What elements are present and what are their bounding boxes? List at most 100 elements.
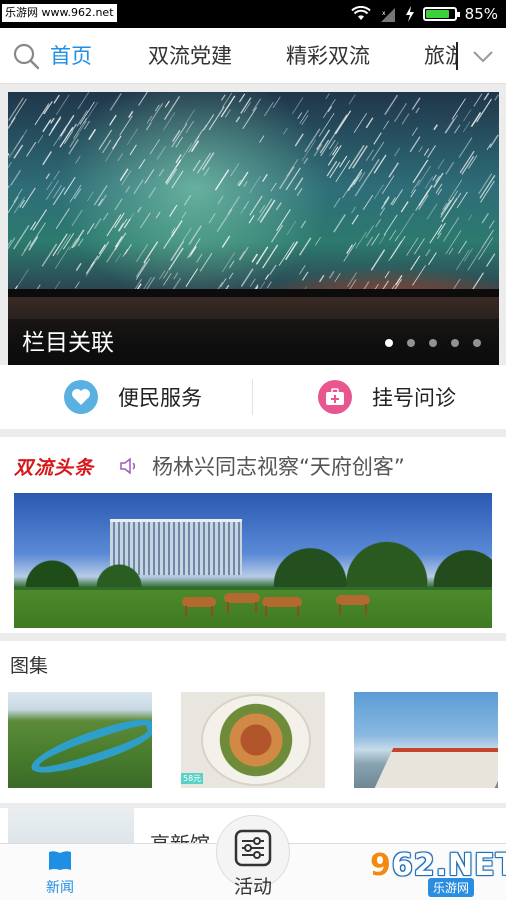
charging-icon	[405, 6, 414, 22]
star-trail	[220, 94, 226, 101]
star-trail	[373, 132, 382, 145]
headline-text[interactable]: 杨林兴同志视察“天府创客”	[152, 451, 405, 481]
tab-party-building[interactable]: 双流党建	[148, 28, 232, 84]
headline-card[interactable]: 双流头条 杨林兴同志视察“天府创客”	[0, 437, 506, 633]
star-trail	[75, 262, 82, 272]
carousel-dot[interactable]	[451, 339, 459, 347]
star-trail	[203, 114, 215, 131]
star-trail	[433, 124, 438, 131]
star-trail	[71, 209, 83, 227]
star-trail	[41, 243, 58, 267]
carousel-dot[interactable]	[407, 339, 415, 347]
star-trail	[381, 175, 395, 195]
star-trail	[454, 124, 461, 134]
star-trail	[458, 137, 473, 158]
star-trail	[115, 253, 122, 263]
star-trail	[238, 250, 246, 261]
star-trail	[333, 214, 346, 233]
star-trail	[365, 225, 374, 238]
star-trail	[243, 181, 248, 187]
star-trail	[182, 227, 192, 241]
gallery-section: 图集 58元	[0, 641, 506, 803]
star-trail	[318, 113, 335, 137]
deer-shape	[182, 597, 216, 617]
star-trail	[451, 98, 466, 120]
convenience-service-button[interactable]: 便民服务	[64, 365, 202, 429]
star-trail	[486, 253, 496, 267]
star-trail	[109, 93, 122, 111]
carousel-dot[interactable]	[429, 339, 437, 347]
carousel-dots	[385, 339, 481, 347]
star-trail	[74, 281, 80, 289]
star-trail	[138, 92, 148, 106]
star-trail	[13, 188, 23, 203]
star-trail	[46, 181, 53, 191]
tab-tourism-clip: 旅游	[420, 28, 458, 84]
star-trail	[149, 139, 160, 155]
gallery-image-lake-pier[interactable]	[354, 692, 498, 788]
star-trail	[347, 272, 358, 288]
star-trail	[301, 115, 309, 126]
star-trail	[388, 240, 402, 262]
star-trail	[384, 94, 399, 115]
star-trail	[410, 179, 421, 194]
star-trail	[42, 105, 49, 115]
star-trail	[185, 120, 195, 134]
star-trail	[259, 135, 265, 143]
star-trail	[294, 177, 304, 191]
gallery-image-food[interactable]: 58元	[181, 692, 325, 788]
star-trail	[467, 214, 473, 221]
star-trail	[165, 159, 182, 184]
star-trail	[203, 167, 210, 177]
star-trail	[303, 157, 309, 165]
headline-image[interactable]	[14, 493, 492, 628]
tab-tourism[interactable]: 旅游	[424, 28, 458, 84]
star-trail	[53, 94, 60, 104]
search-icon[interactable]	[12, 42, 40, 70]
carousel-dot[interactable]	[473, 339, 481, 347]
tab-home[interactable]: 首页	[50, 28, 92, 84]
star-trail	[389, 229, 397, 241]
star-trail	[133, 179, 144, 195]
star-trail	[480, 180, 495, 203]
registration-consult-label: 挂号问诊	[372, 386, 456, 410]
star-trail	[476, 98, 492, 123]
star-trail	[79, 101, 95, 125]
star-trail	[88, 128, 97, 140]
star-trail	[163, 112, 176, 131]
star-trail	[276, 209, 291, 232]
gallery-image-river-town[interactable]	[8, 692, 152, 788]
star-trail	[371, 232, 380, 246]
tab-shuangliu-highlights[interactable]: 精彩双流	[286, 28, 370, 84]
star-trail	[300, 220, 307, 229]
star-trail	[479, 174, 496, 199]
star-trail	[228, 272, 234, 280]
star-trail	[216, 208, 233, 233]
star-trail	[173, 272, 179, 280]
star-trail	[230, 163, 240, 177]
star-trail	[494, 94, 499, 101]
star-trail	[221, 235, 231, 248]
registration-consult-button[interactable]: 挂号问诊	[318, 365, 456, 429]
star-trail	[427, 145, 437, 158]
star-trail	[196, 152, 212, 174]
star-trail	[298, 265, 306, 275]
carousel-dot[interactable]	[385, 339, 393, 347]
book-icon	[49, 851, 71, 870]
banner-carousel[interactable]: 栏目关联	[8, 92, 499, 365]
star-trail	[318, 274, 325, 283]
star-trail	[222, 92, 233, 108]
star-trail	[383, 214, 398, 236]
star-trail	[343, 242, 357, 262]
star-trail	[55, 246, 70, 269]
status-icons: x 85%	[350, 0, 498, 28]
banner-caption: 栏目关联	[22, 330, 114, 356]
star-trail	[457, 192, 462, 199]
star-trail	[239, 246, 249, 261]
star-trail	[192, 159, 201, 172]
tab-activity-label: 活动	[233, 876, 272, 898]
star-trail	[77, 92, 90, 110]
tab-news[interactable]: 新闻	[30, 844, 90, 900]
star-trail	[12, 224, 30, 250]
chevron-down-icon[interactable]	[472, 46, 494, 66]
